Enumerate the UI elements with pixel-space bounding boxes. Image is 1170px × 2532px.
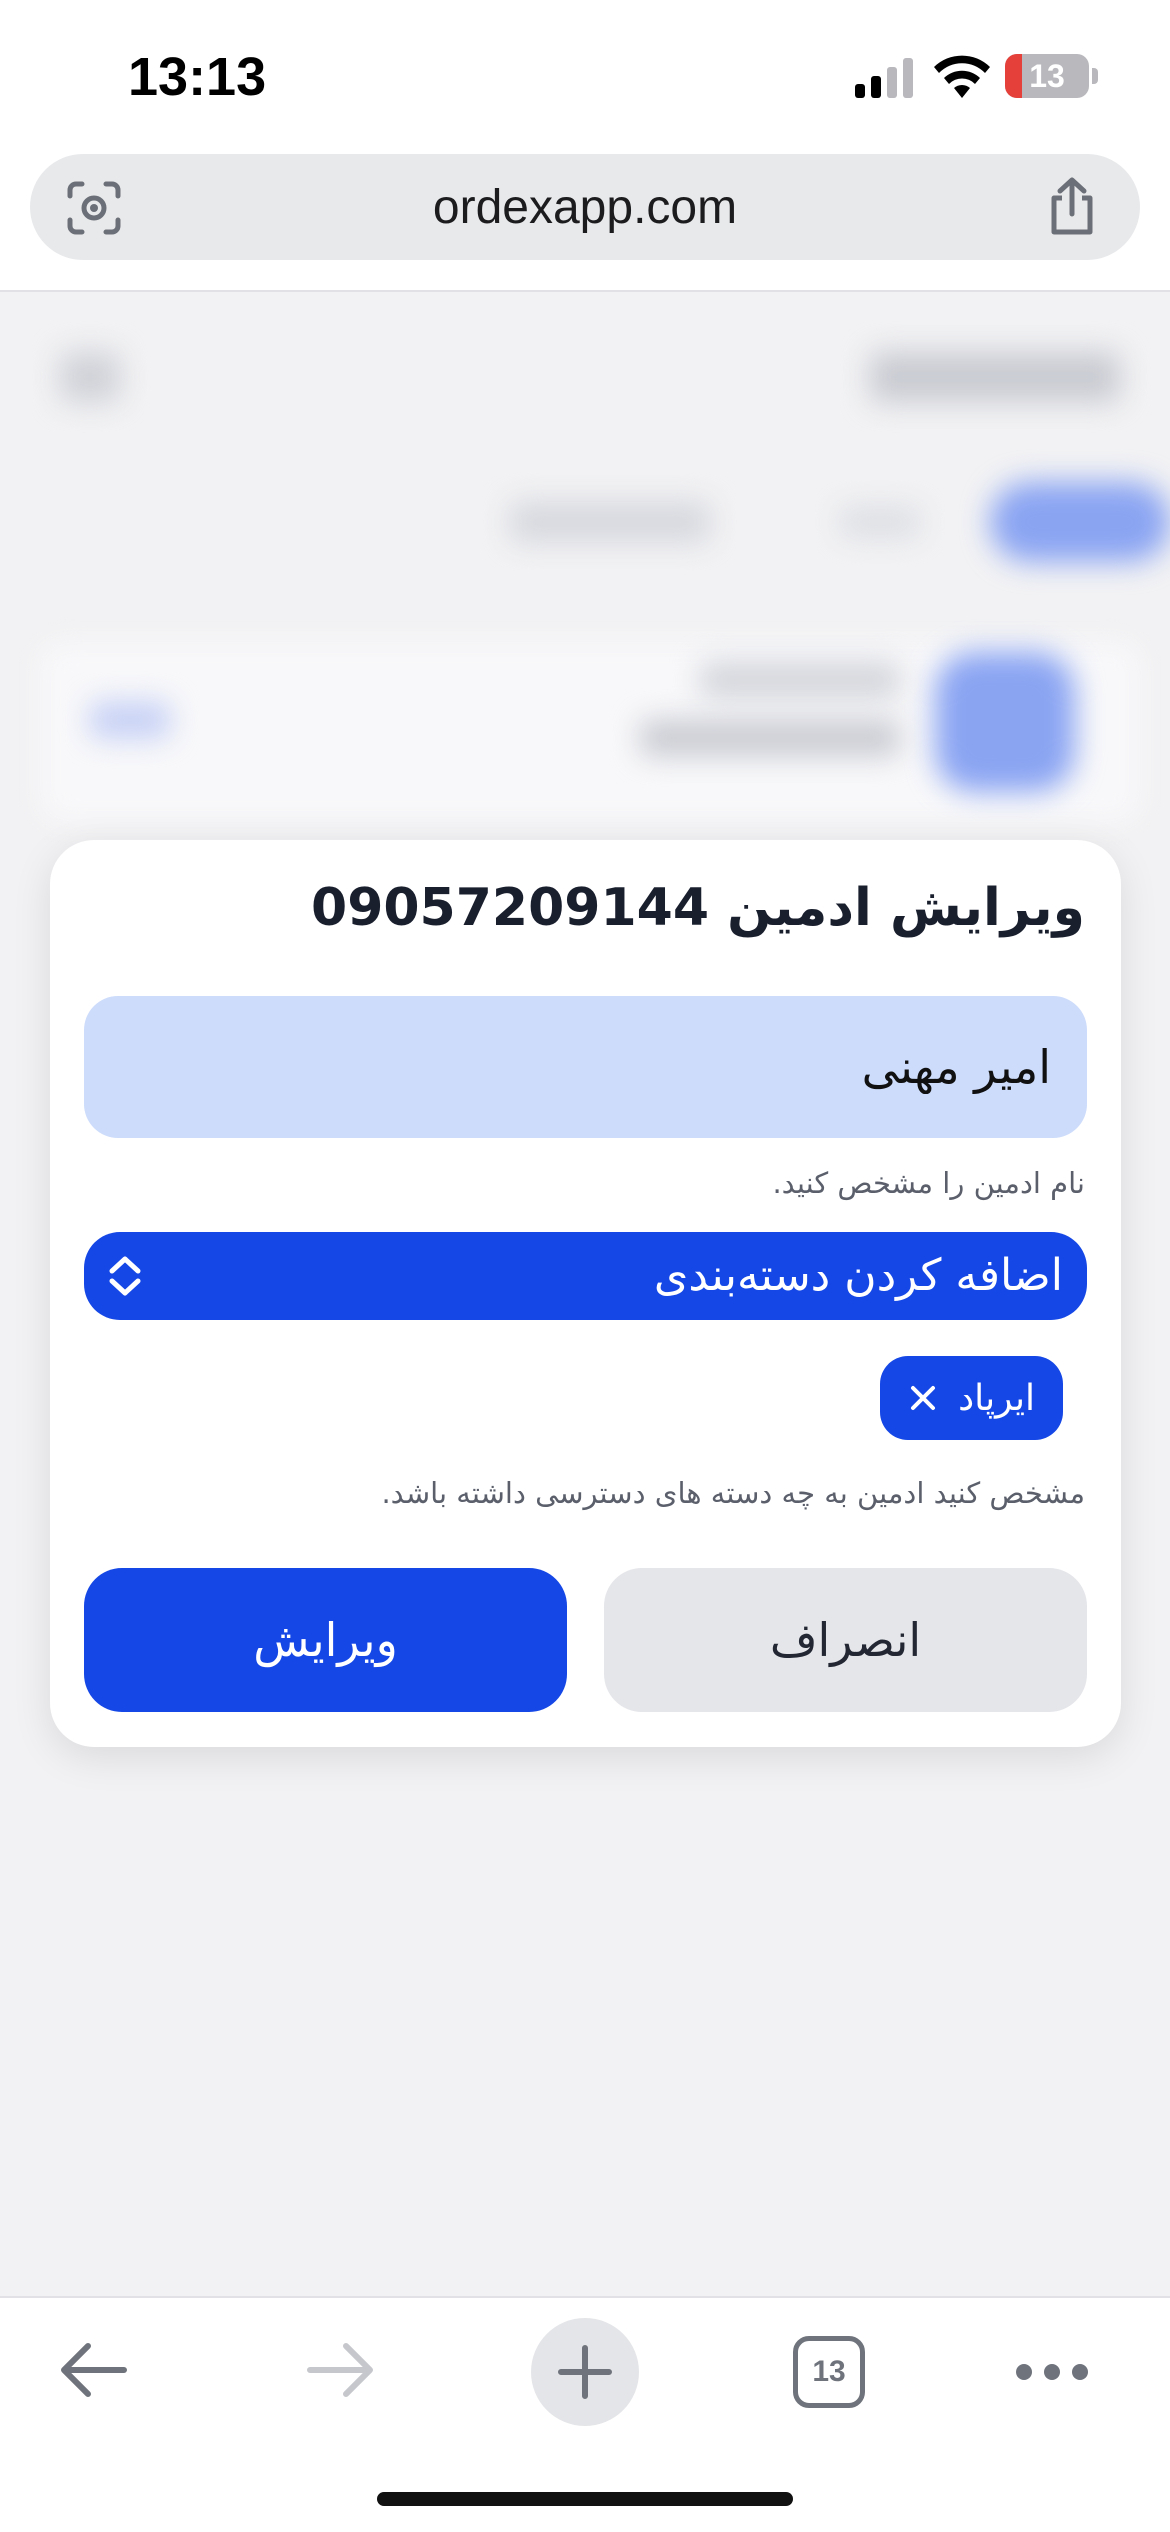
browser-address-area: ordexapp.com bbox=[0, 150, 1170, 292]
status-time: 13:13 bbox=[128, 47, 267, 107]
category-select-label: اضافه کردن دسته‌بندی bbox=[653, 1250, 1063, 1301]
plus-icon bbox=[558, 2345, 612, 2399]
home-indicator bbox=[377, 2492, 793, 2506]
bg-card-text bbox=[640, 720, 900, 756]
admin-name-hint: نام ادمین را مشخص کنید. bbox=[772, 1166, 1085, 1200]
battery-icon: 13 bbox=[1005, 54, 1089, 98]
chevron-updown-icon bbox=[109, 1256, 141, 1296]
bg-tab bbox=[510, 502, 710, 542]
category-select[interactable]: اضافه کردن دسته‌بندی bbox=[84, 1232, 1087, 1320]
cellular-signal-icon bbox=[855, 58, 913, 98]
arrow-left-icon[interactable] bbox=[58, 2338, 130, 2402]
battery-tip bbox=[1092, 68, 1098, 84]
address-bar[interactable]: ordexapp.com bbox=[30, 154, 1140, 260]
bg-header-text bbox=[870, 352, 1120, 402]
category-hint: مشخص کنید ادمین به چه دسته های دسترسی دا… bbox=[381, 1476, 1085, 1510]
admin-name-input[interactable] bbox=[84, 996, 1087, 1138]
cancel-button[interactable]: انصراف bbox=[604, 1568, 1087, 1712]
tab-count: 13 bbox=[812, 2355, 846, 2388]
modal-title: ویرایش ادمین 09057209144 bbox=[311, 878, 1085, 938]
edit-admin-modal: ویرایش ادمین 09057209144 نام ادمین را مش… bbox=[50, 840, 1121, 1747]
battery-level: 13 bbox=[1029, 57, 1065, 94]
bg-tab-active bbox=[990, 482, 1170, 562]
tab-switcher-button[interactable]: 13 bbox=[793, 2336, 865, 2408]
category-chip-label: ایرپاد bbox=[958, 1377, 1035, 1419]
wifi-icon bbox=[934, 55, 990, 98]
more-icon[interactable] bbox=[1015, 2354, 1089, 2390]
status-bar: 13:13 13 bbox=[0, 0, 1170, 150]
close-icon[interactable] bbox=[908, 1383, 938, 1413]
arrow-right-icon[interactable] bbox=[304, 2338, 376, 2402]
edit-submit-button[interactable]: ویرایش bbox=[84, 1568, 567, 1712]
bg-avatar bbox=[935, 652, 1075, 792]
bg-card-link bbox=[90, 702, 170, 738]
bg-card-text bbox=[700, 662, 900, 698]
url-text[interactable]: ordexapp.com bbox=[30, 154, 1140, 260]
category-chip[interactable]: ایرپاد bbox=[880, 1356, 1063, 1440]
bg-tab bbox=[840, 507, 920, 537]
new-tab-button[interactable] bbox=[531, 2318, 639, 2426]
share-icon[interactable] bbox=[1044, 176, 1100, 236]
bg-menu-icon bbox=[60, 352, 120, 402]
